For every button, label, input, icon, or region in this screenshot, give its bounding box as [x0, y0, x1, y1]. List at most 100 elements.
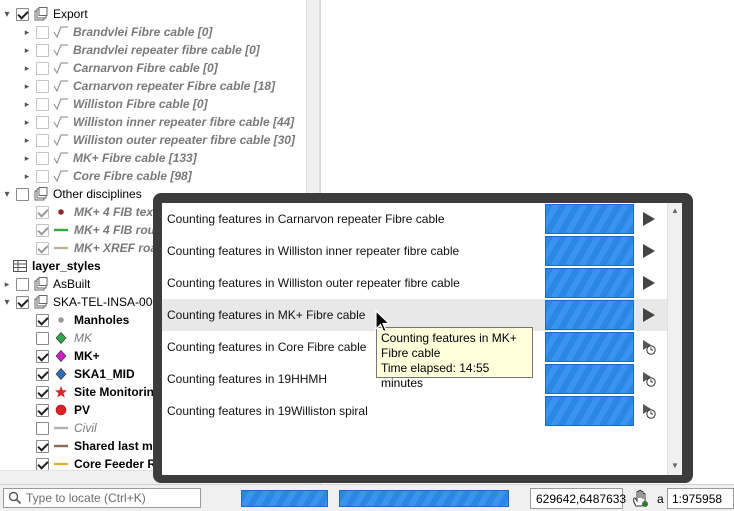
expand-arrow-icon[interactable]: ▸: [2, 279, 12, 290]
layer-visibility-checkbox[interactable]: [36, 151, 49, 165]
layer-visibility-checkbox[interactable]: [36, 205, 49, 219]
collapse-arrow-icon[interactable]: ▾: [2, 189, 12, 200]
layer-tree-item-carnarvon-rep[interactable]: ▸ Carnarvon repeater Fibre cable [18]: [22, 77, 275, 95]
locator-input[interactable]: [22, 489, 192, 507]
layer-visibility-checkbox[interactable]: [36, 133, 49, 147]
queued-clock-icon[interactable]: [642, 339, 656, 355]
layer-tree-item-civil[interactable]: Civil: [22, 419, 97, 437]
layer-visibility-checkbox[interactable]: [36, 43, 49, 57]
layer-name: Shared last mil: [74, 439, 160, 453]
status-progress-bar: [241, 490, 328, 507]
layer-visibility-checkbox[interactable]: [36, 421, 49, 435]
layer-tree-item-mkplus[interactable]: MK+: [22, 347, 100, 365]
layer-tree-item-mk-fibre[interactable]: ▸ MK+ Fibre cable [133]: [22, 149, 197, 167]
status-bar: 629642,6487633 a 1:975958: [0, 484, 734, 511]
play-icon[interactable]: [642, 211, 656, 227]
layer-tree-item-ska-tel[interactable]: ▾ SKA-TEL-INSA-000: [2, 293, 159, 311]
task-label: Counting features in 19Williston spiral: [167, 404, 368, 418]
layer-visibility-checkbox[interactable]: [16, 187, 29, 201]
expand-arrow-icon[interactable]: ▸: [22, 63, 32, 74]
layer-tree-item-asbuilt[interactable]: ▸ AsBuilt: [2, 275, 90, 293]
layer-visibility-checkbox[interactable]: [36, 61, 49, 75]
expand-arrow-icon[interactable]: ▸: [22, 99, 32, 110]
layer-name: Williston outer repeater fibre cable [30…: [73, 133, 295, 147]
layer-tree-item-carnarvon[interactable]: ▸ Carnarvon Fibre cable [0]: [22, 59, 218, 77]
layer-visibility-checkbox[interactable]: [36, 385, 49, 399]
layer-tree-item-williston-inner[interactable]: ▸ Williston inner repeater fibre cable [4…: [22, 113, 295, 131]
layer-tree-item-export[interactable]: ▾ Export: [2, 5, 88, 23]
layer-visibility-checkbox[interactable]: [36, 439, 49, 453]
queued-clock-icon[interactable]: [642, 371, 656, 387]
layer-visibility-checkbox[interactable]: [36, 115, 49, 129]
layer-tree-item-williston[interactable]: ▸ Williston Fibre cable [0]: [22, 95, 208, 113]
collapse-arrow-icon[interactable]: ▾: [2, 9, 12, 20]
layer-visibility-checkbox[interactable]: [16, 7, 29, 21]
layer-name: MK+ XREF roa: [74, 241, 158, 255]
expand-arrow-icon[interactable]: ▸: [22, 45, 32, 56]
layer-visibility-checkbox[interactable]: [36, 97, 49, 111]
task-tooltip: Counting features in MK+ Fibre cable Tim…: [376, 327, 533, 390]
layer-visibility-checkbox[interactable]: [36, 169, 49, 183]
collapse-arrow-icon[interactable]: ▾: [2, 297, 12, 308]
queued-clock-icon[interactable]: [642, 403, 656, 419]
tooltip-line-2: Fibre cable: [381, 346, 441, 360]
layer-tree-item-brandvlei-rep[interactable]: ▸ Brandvlei repeater fibre cable [0]: [22, 41, 260, 59]
layer-tree-item-other[interactable]: ▾ Other disciplines: [2, 185, 142, 203]
task-row[interactable]: Counting features in Williston inner rep…: [162, 235, 667, 267]
task-row[interactable]: Counting features in Carnarvon repeater …: [162, 203, 667, 235]
layer-tree-item-pv[interactable]: PV: [22, 401, 90, 419]
layer-visibility-checkbox[interactable]: [36, 241, 49, 255]
layer-name: Core Fibre cable [98]: [73, 169, 192, 183]
layer-tree-item-williston-outer[interactable]: ▸ Williston outer repeater fibre cable [3…: [22, 131, 295, 149]
layer-tree-item-mk-4fib-tex[interactable]: MK+ 4 FIB tex: [22, 203, 153, 221]
expand-arrow-icon[interactable]: ▸: [22, 81, 32, 92]
expand-arrow-icon[interactable]: ▸: [22, 117, 32, 128]
table-icon: [13, 260, 27, 272]
layer-name: Williston Fibre cable [0]: [73, 97, 208, 111]
line-layer-icon: [53, 44, 68, 57]
scale-label: a: [657, 492, 664, 506]
layer-visibility-checkbox[interactable]: [36, 367, 49, 381]
layer-visibility-checkbox[interactable]: [36, 349, 49, 363]
layer-visibility-checkbox[interactable]: [36, 403, 49, 417]
layer-visibility-checkbox[interactable]: [36, 79, 49, 93]
layer-visibility-checkbox[interactable]: [36, 313, 49, 327]
layer-tree-item-mk-4fib-rou[interactable]: MK+ 4 FIB rou: [22, 221, 155, 239]
line-symbol-icon: [54, 228, 68, 232]
coordinate-field[interactable]: 629642,6487633: [530, 488, 626, 509]
scroll-up-icon[interactable]: ▲: [671, 206, 679, 215]
expand-arrow-icon[interactable]: ▸: [22, 135, 32, 146]
diamond-symbol-icon: [55, 368, 67, 380]
task-row[interactable]: Counting features in 19Williston spiral: [162, 395, 667, 427]
task-row[interactable]: Counting features in Williston outer rep…: [162, 267, 667, 299]
layer-tree-item-manholes[interactable]: Manholes: [22, 311, 129, 329]
layer-name: Brandvlei repeater fibre cable [0]: [73, 43, 260, 57]
scroll-down-icon[interactable]: ▼: [671, 461, 679, 470]
mouse-cursor-icon: [375, 310, 391, 333]
layer-tree-item-mk[interactable]: MK: [22, 329, 92, 347]
layer-tree-item-mk-xref[interactable]: MK+ XREF roa: [22, 239, 157, 257]
layer-tree-item-core-fibre[interactable]: ▸ Core Fibre cable [98]: [22, 167, 192, 185]
play-icon[interactable]: [642, 275, 656, 291]
extents-hand-icon[interactable]: [631, 489, 649, 508]
task-list-scrollbar[interactable]: ▲ ▼: [667, 203, 682, 475]
layer-tree-item-layer-styles[interactable]: layer_styles: [2, 257, 101, 275]
layer-visibility-checkbox[interactable]: [16, 295, 29, 309]
layer-tree-item-site-monitoring[interactable]: Site Monitorin: [22, 383, 154, 401]
expand-arrow-icon[interactable]: ▸: [22, 171, 32, 182]
play-icon[interactable]: [642, 307, 656, 323]
expand-arrow-icon[interactable]: ▸: [22, 153, 32, 164]
layer-visibility-checkbox[interactable]: [16, 277, 29, 291]
expand-arrow-icon[interactable]: ▸: [22, 27, 32, 38]
layer-visibility-checkbox[interactable]: [36, 331, 49, 345]
layer-tree-item-brandvlei[interactable]: ▸ Brandvlei Fibre cable [0]: [22, 23, 213, 41]
layer-tree-item-shared-last[interactable]: Shared last mil: [22, 437, 159, 455]
layer-visibility-checkbox[interactable]: [36, 25, 49, 39]
layer-tree-item-ska1-mid[interactable]: SKA1_MID: [22, 365, 135, 383]
play-icon[interactable]: [642, 243, 656, 259]
line-layer-icon: [53, 170, 68, 183]
layer-visibility-checkbox[interactable]: [36, 457, 49, 471]
scale-field[interactable]: 1:975958: [667, 488, 734, 509]
layer-visibility-checkbox[interactable]: [36, 223, 49, 237]
locator-box[interactable]: [3, 488, 201, 508]
